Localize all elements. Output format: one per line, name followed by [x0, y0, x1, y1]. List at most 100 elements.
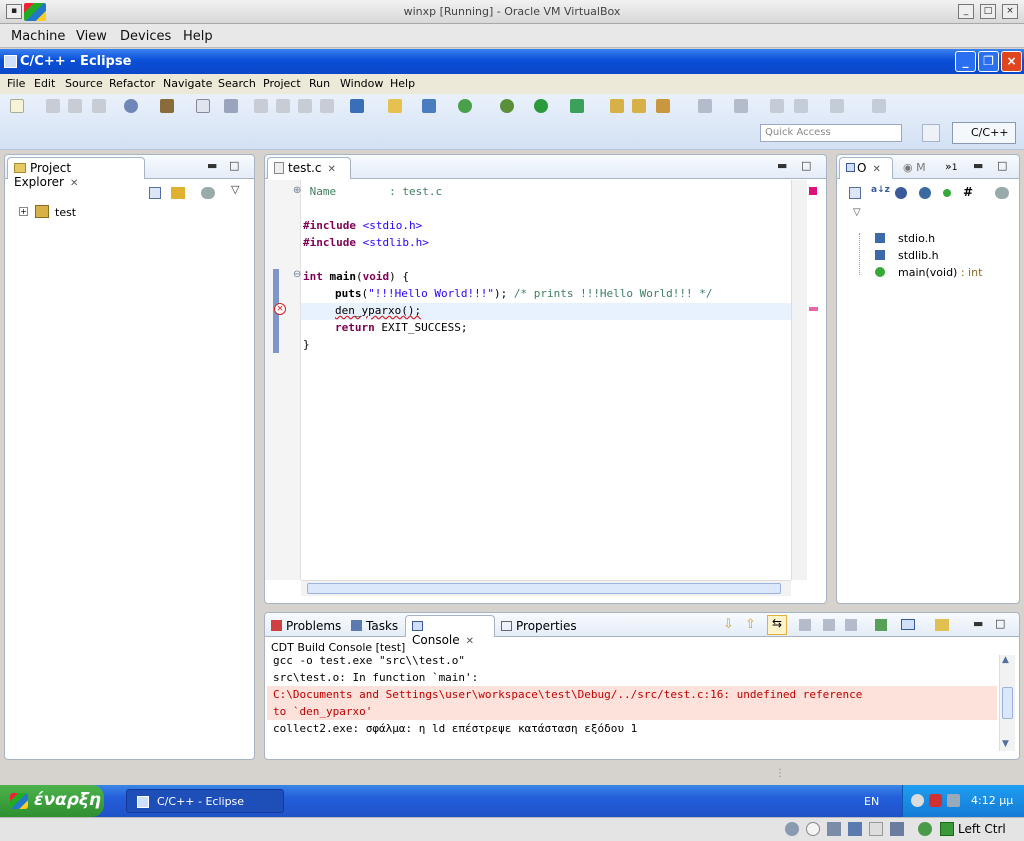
build-config-icon[interactable] — [124, 99, 138, 113]
menu-file[interactable]: File — [7, 77, 25, 90]
tab-project-explorer[interactable]: Project Explorer ✕ — [7, 157, 145, 189]
security-shield-icon[interactable] — [929, 794, 942, 807]
hide-fields-icon[interactable] — [895, 187, 907, 199]
clear-console-icon[interactable] — [799, 619, 811, 631]
usb-icon[interactable] — [827, 822, 841, 836]
menu-project[interactable]: Project — [263, 77, 301, 90]
print-icon[interactable] — [92, 99, 106, 113]
menu-machine[interactable]: Machine — [11, 29, 65, 44]
error-overview-icon[interactable] — [809, 187, 817, 195]
back-icon[interactable] — [770, 99, 784, 113]
hide-non-public-icon[interactable] — [943, 189, 951, 197]
tree-item-test[interactable]: test — [55, 206, 76, 219]
new-icon[interactable] — [10, 99, 24, 113]
minimize-view-icon[interactable]: ▬ — [973, 617, 983, 630]
previous-error-icon[interactable]: ⇧ — [745, 617, 756, 632]
scroll-down-icon[interactable]: ▼ — [1002, 739, 1009, 749]
close-button[interactable]: × — [1002, 4, 1018, 19]
open-element-icon[interactable] — [632, 99, 646, 113]
xp-restore-button[interactable]: ❐ — [978, 51, 999, 72]
new-class-icon[interactable] — [422, 99, 436, 113]
drag-handle[interactable]: ⋮ — [775, 768, 785, 779]
hide-macros-icon[interactable]: # — [963, 185, 973, 199]
optical-drive-icon[interactable] — [806, 822, 820, 836]
tab-make-target[interactable]: ◉ M — [903, 161, 926, 174]
overview-ruler-marker[interactable] — [809, 307, 818, 311]
shared-folders-icon[interactable] — [869, 822, 883, 836]
minimize-button[interactable]: _ — [958, 4, 974, 19]
tab-tasks[interactable]: Tasks — [351, 619, 398, 633]
save-all-icon[interactable] — [68, 99, 82, 113]
outline-item-main[interactable]: main(void) : int — [898, 266, 982, 279]
console-scrollbar[interactable]: ▲ ▼ — [999, 655, 1015, 751]
view-menu-icon[interactable]: ▽ — [853, 207, 861, 218]
forward-history-icon[interactable] — [830, 99, 844, 113]
expand-icon[interactable]: + — [19, 207, 28, 216]
search-icon[interactable] — [656, 99, 670, 113]
filter-icon[interactable] — [201, 187, 215, 199]
menu-run[interactable]: Run — [309, 77, 330, 90]
fold-collapse-icon[interactable]: ⊖ — [293, 269, 301, 280]
tab-problems[interactable]: Problems — [271, 619, 341, 633]
display-icon[interactable] — [890, 822, 904, 836]
hammer-build-icon[interactable] — [160, 99, 174, 113]
pin-console-icon[interactable] — [875, 619, 887, 631]
menu-view[interactable]: View — [76, 29, 107, 44]
link-with-editor-icon[interactable] — [171, 187, 185, 199]
language-indicator[interactable]: EN — [864, 795, 879, 808]
sort-az-icon[interactable]: a↓z — [871, 185, 890, 199]
filter-icon[interactable] — [995, 187, 1009, 199]
external-tools-icon[interactable] — [570, 99, 584, 113]
save-icon[interactable] — [46, 99, 60, 113]
pin-editor-icon[interactable] — [872, 99, 886, 113]
next-annotation-icon[interactable] — [698, 99, 712, 113]
error-marker-icon[interactable]: × — [274, 303, 286, 315]
tab-outline[interactable]: O ✕ — [839, 157, 893, 179]
scrollbar-thumb[interactable] — [1002, 687, 1013, 719]
hard-disk-icon[interactable] — [785, 822, 799, 836]
menu-help[interactable]: Help — [183, 29, 213, 44]
xp-close-button[interactable]: × — [1001, 51, 1022, 72]
show-whitespace-icon[interactable] — [320, 99, 334, 113]
edit-disabled-icon[interactable] — [276, 99, 290, 113]
tab-properties[interactable]: Properties — [501, 619, 577, 633]
maximize-view-icon[interactable]: □ — [229, 159, 239, 172]
tab-console[interactable]: Console ✕ — [405, 615, 495, 647]
close-tab-icon[interactable]: ✕ — [466, 636, 474, 647]
minimize-view-icon[interactable]: ▬ — [207, 159, 217, 172]
menu-edit[interactable]: Edit — [34, 77, 55, 90]
display-console-icon[interactable] — [901, 619, 915, 630]
xp-minimize-button[interactable]: _ — [955, 51, 976, 72]
run-icon[interactable] — [534, 99, 548, 113]
open-type-icon[interactable] — [610, 99, 624, 113]
horizontal-scrollbar[interactable] — [301, 580, 791, 596]
scroll-up-icon[interactable]: ▲ — [1002, 655, 1009, 665]
menu-window[interactable]: Window — [340, 77, 383, 90]
close-tab-icon[interactable]: ✕ — [872, 164, 880, 175]
collapse-all-icon[interactable] — [149, 187, 161, 199]
start-button[interactable]: έναρξη — [0, 785, 104, 817]
minimize-view-icon[interactable]: ▬ — [973, 159, 983, 172]
scrollbar-thumb[interactable] — [307, 583, 781, 594]
more-tabs-chevron[interactable]: »1 — [945, 160, 957, 173]
network-adapter-icon[interactable] — [848, 822, 862, 836]
link-console-icon[interactable]: ⇆ — [767, 615, 787, 635]
edit-disabled-icon[interactable] — [298, 99, 312, 113]
console-output[interactable]: gcc -o test.exe "src\\test.o" src\test.o… — [265, 655, 999, 759]
collapse-all-icon[interactable] — [849, 187, 861, 199]
minimize-view-icon[interactable]: ▬ — [777, 159, 787, 172]
new-folder-icon[interactable] — [388, 99, 402, 113]
tray-app-icon[interactable] — [911, 794, 924, 807]
perspective-cc-button[interactable]: C/C++ — [952, 122, 1016, 144]
menu-source[interactable]: Source — [65, 77, 103, 90]
debug-icon[interactable] — [500, 99, 514, 113]
outline-item-stdlib[interactable]: stdlib.h — [898, 249, 939, 262]
network-icon[interactable] — [947, 794, 960, 807]
next-error-icon[interactable]: ⇩ — [723, 617, 734, 632]
close-tab-icon[interactable]: ✕ — [327, 164, 335, 175]
outline-item-stdio[interactable]: stdio.h — [898, 232, 935, 245]
new-c-file-icon[interactable] — [458, 99, 472, 113]
menu-search[interactable]: Search — [218, 77, 256, 90]
maximize-view-icon[interactable]: □ — [997, 159, 1007, 172]
close-tab-icon[interactable]: ✕ — [70, 178, 78, 189]
